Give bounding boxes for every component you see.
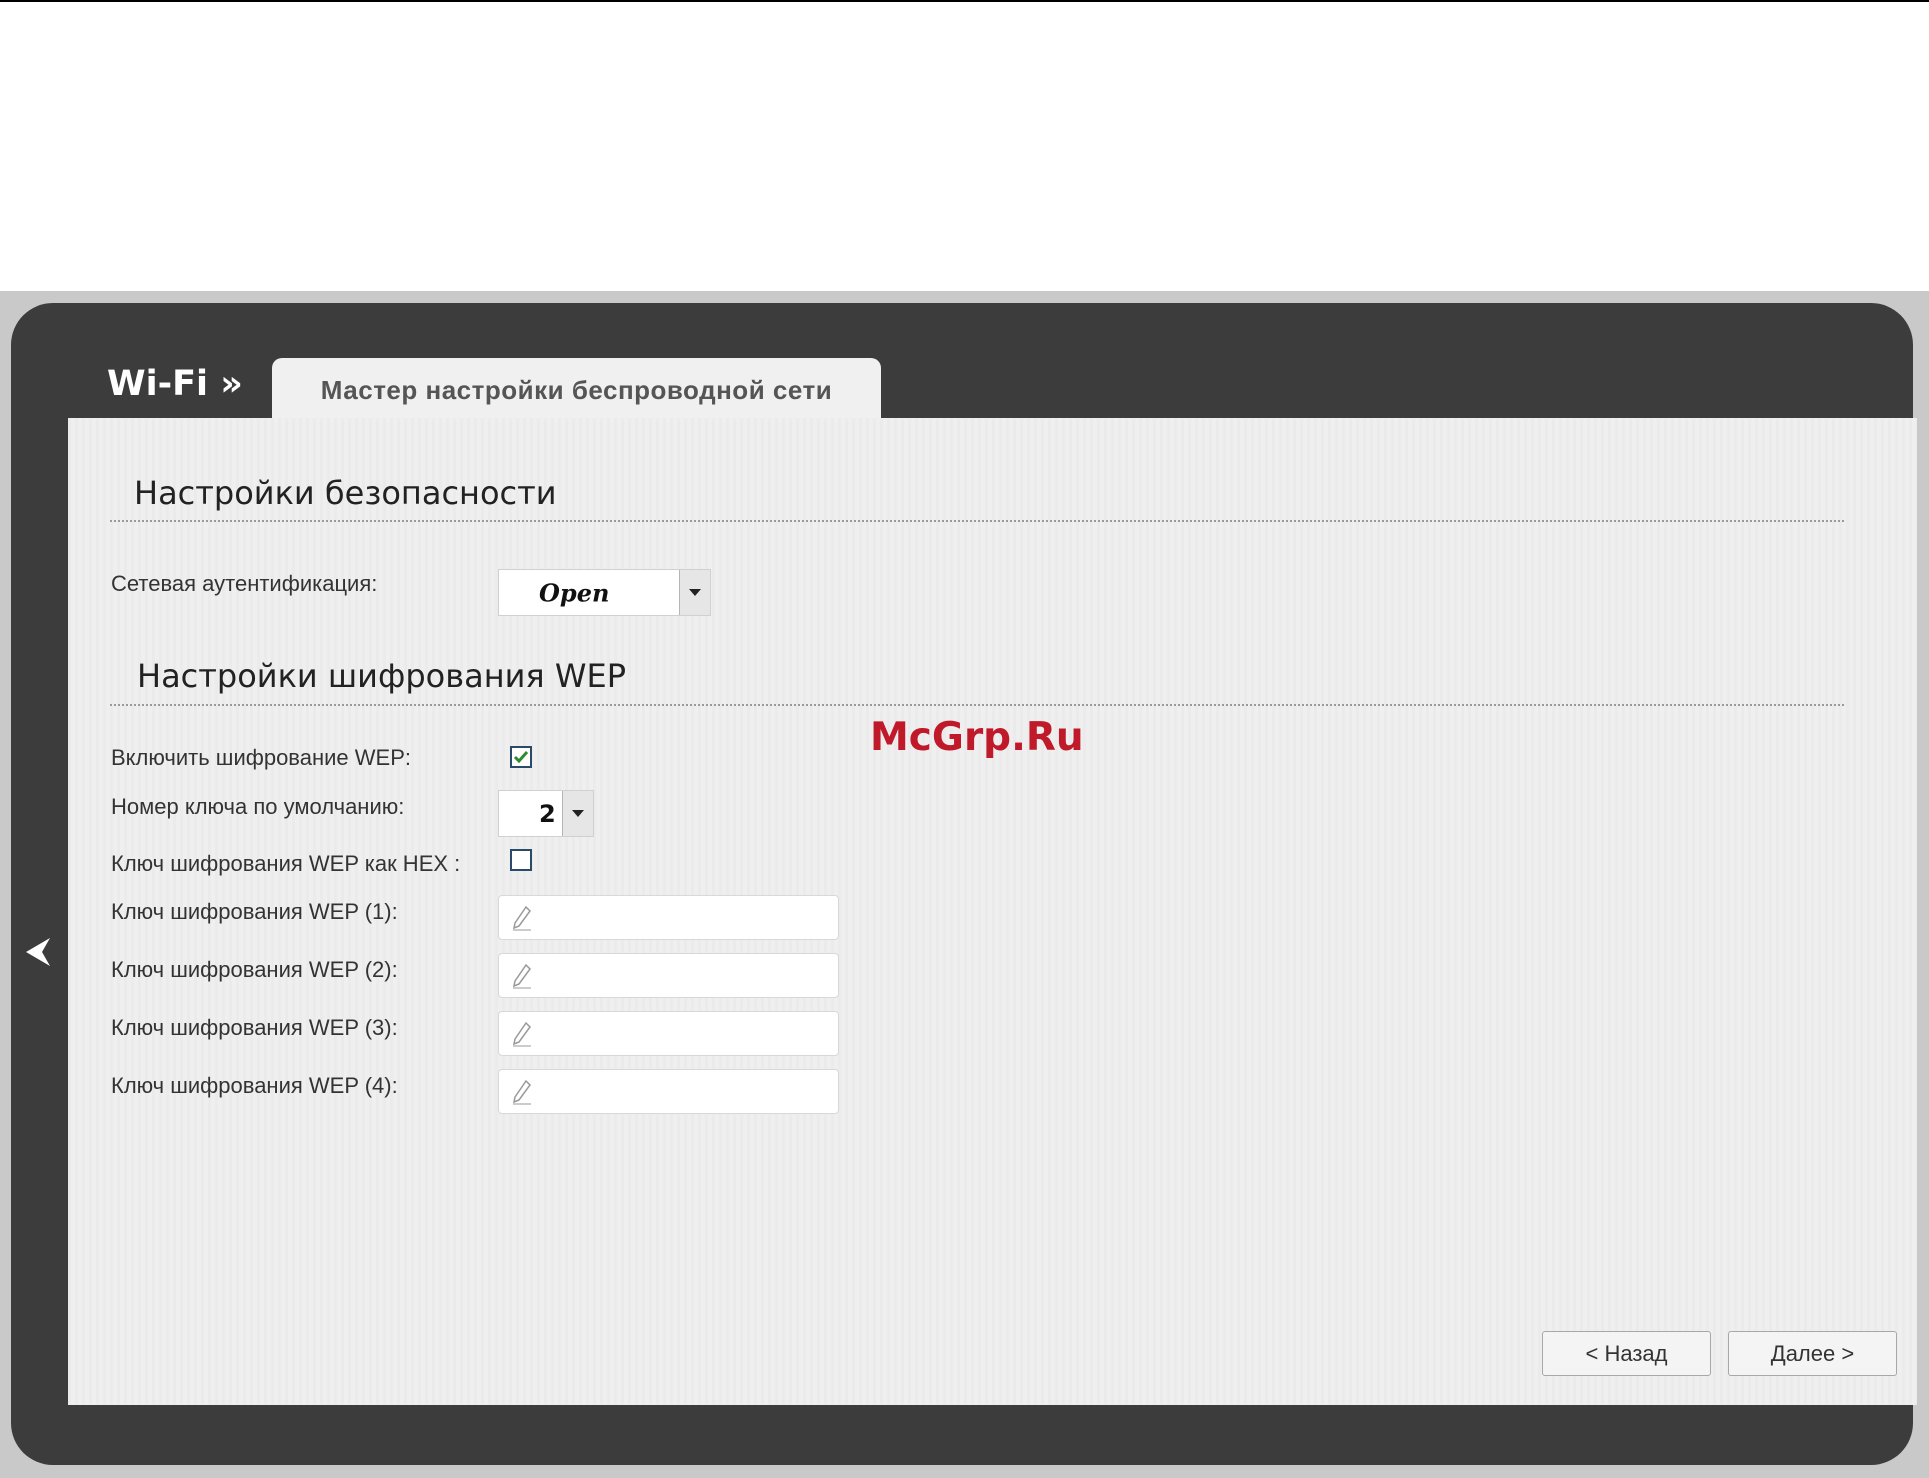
wep-key-3-field[interactable] (498, 1011, 839, 1056)
auth-select-value: Open (539, 578, 610, 607)
checkmark-icon (513, 751, 529, 764)
next-button[interactable]: Далее > (1728, 1331, 1897, 1376)
wep-hex-checkbox[interactable] (510, 849, 532, 871)
security-section-title: Настройки безопасности (134, 474, 557, 512)
wep-key-3-label: Ключ шифрования WEP (3): (111, 1015, 398, 1040)
tab-wireless-wizard[interactable]: Мастер настройки беспроводной сети (272, 358, 881, 422)
section-brand: Wi-Fi » (107, 364, 243, 404)
wep-key-2-field[interactable] (498, 953, 839, 998)
pencil-icon (512, 905, 531, 931)
pencil-icon (512, 1079, 531, 1105)
wep-section-title: Настройки шифрования WEP (137, 657, 626, 695)
wep-key-4-field[interactable] (498, 1069, 839, 1114)
nav-back-icon[interactable] (22, 935, 54, 974)
wep-enable-label: Включить шифрование WEP: (111, 745, 411, 770)
chevron-down-icon[interactable] (562, 791, 593, 836)
pencil-icon (512, 1021, 531, 1047)
watermark: McGrp.Ru (870, 715, 1084, 760)
wep-hex-label: Ключ шифрования WEP как HEX : (111, 851, 461, 876)
wep-key-1-field[interactable] (498, 895, 839, 940)
wep-key-4-label: Ключ шифрования WEP (4): (111, 1073, 398, 1098)
top-border-line (0, 0, 1929, 2)
chevron-down-icon[interactable] (679, 570, 710, 615)
default-key-label: Номер ключа по умолчанию: (111, 794, 405, 819)
auth-select[interactable]: Open (498, 569, 711, 616)
default-key-select[interactable]: 2 (498, 790, 594, 837)
pencil-icon (512, 963, 531, 989)
back-button[interactable]: < Назад (1542, 1331, 1711, 1376)
wep-enable-checkbox[interactable] (510, 746, 532, 768)
divider (110, 704, 1844, 706)
divider (110, 520, 1844, 522)
wep-key-1-label: Ключ шифрования WEP (1): (111, 899, 398, 924)
auth-label: Сетевая аутентификация: (111, 571, 378, 596)
default-key-value: 2 (539, 799, 556, 828)
wep-key-2-label: Ключ шифрования WEP (2): (111, 957, 398, 982)
